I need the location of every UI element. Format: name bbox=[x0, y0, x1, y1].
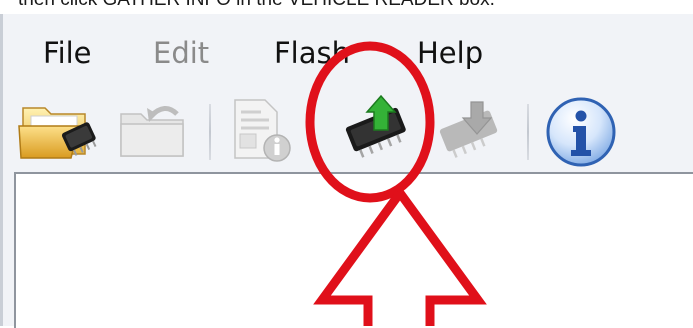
menu-bar: File Edit Flash Help bbox=[3, 32, 693, 76]
menu-help[interactable]: Help bbox=[417, 36, 483, 70]
menu-edit[interactable]: Edit bbox=[153, 36, 209, 70]
toolbar-separator bbox=[527, 104, 529, 160]
menu-flash[interactable]: Flash bbox=[274, 36, 350, 70]
document-info-button[interactable] bbox=[225, 96, 305, 166]
document-info-icon bbox=[234, 99, 291, 162]
info-icon bbox=[546, 97, 616, 167]
content-area bbox=[14, 172, 693, 328]
chip-download-button[interactable] bbox=[431, 98, 515, 168]
chip-upload-button[interactable] bbox=[337, 92, 421, 168]
open-folder-chip-button[interactable] bbox=[17, 96, 101, 166]
instruction-caption: then click GATHER INFO in the VEHICLE RE… bbox=[18, 0, 495, 11]
application-window: File Edit Flash Help bbox=[0, 14, 693, 328]
toolbar bbox=[3, 92, 693, 172]
open-folder-chip-icon bbox=[18, 107, 97, 159]
folder-back-button[interactable] bbox=[113, 98, 193, 164]
menu-file[interactable]: File bbox=[43, 36, 92, 70]
chip-download-icon bbox=[439, 101, 498, 158]
toolbar-separator bbox=[209, 104, 211, 160]
chip-upload-icon bbox=[345, 94, 406, 158]
folder-back-icon bbox=[120, 106, 184, 157]
info-button[interactable] bbox=[543, 94, 619, 170]
